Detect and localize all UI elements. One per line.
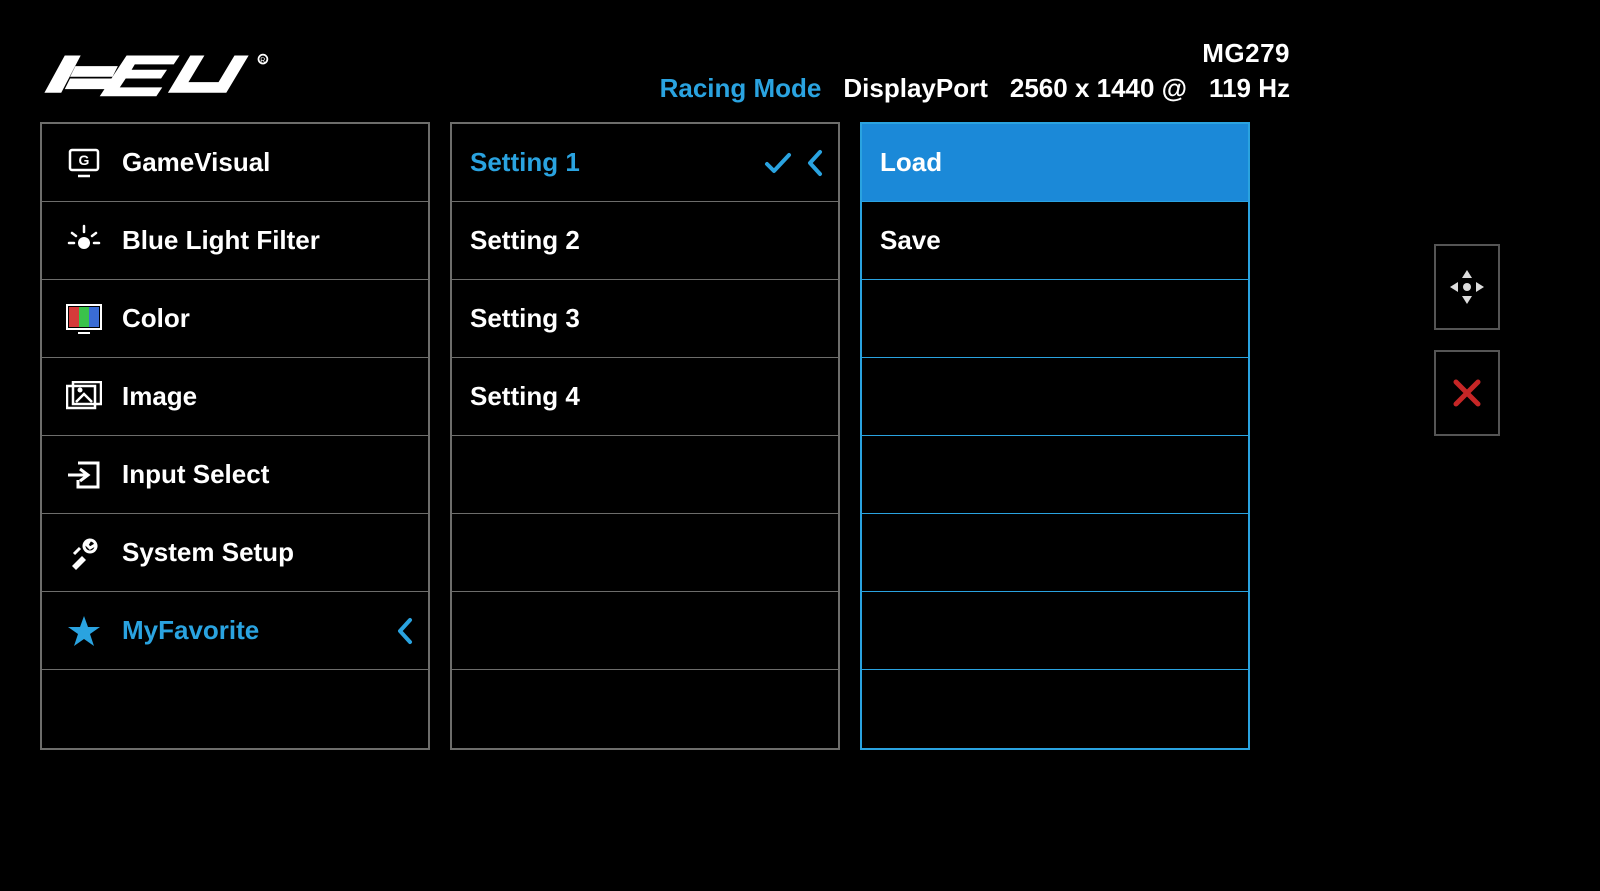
menu-myfavorite[interactable]: MyFavorite — [42, 592, 428, 670]
menu-item-label: Image — [122, 381, 197, 412]
submenu-item-label: Setting 1 — [470, 147, 580, 178]
menu-columns: G GameVisual Blue Light Filter Color — [40, 122, 1290, 750]
submenu-empty-row — [452, 436, 838, 514]
menu-inputselect[interactable]: Input Select — [42, 436, 428, 514]
chevron-left-icon — [806, 149, 824, 177]
brand-logo: R — [40, 46, 270, 104]
action-empty-row — [862, 436, 1248, 514]
action-item-label: Save — [880, 225, 941, 256]
close-icon — [1450, 376, 1484, 410]
menu-systemsetup[interactable]: System Setup — [42, 514, 428, 592]
submenu-setting1[interactable]: Setting 1 — [452, 124, 838, 202]
osd-container: R MG279 Racing Mode DisplayPort 2560 x 1… — [40, 34, 1290, 750]
action-empty-row — [862, 592, 1248, 670]
submenu-empty-row — [452, 514, 838, 592]
submenu-item-label: Setting 3 — [470, 303, 580, 334]
systemsetup-icon — [60, 536, 108, 570]
submenu-empty-row — [452, 592, 838, 670]
side-controls — [1434, 244, 1500, 436]
menu-bluelight[interactable]: Blue Light Filter — [42, 202, 428, 280]
action-empty-row — [862, 280, 1248, 358]
menu-item-label: Blue Light Filter — [122, 225, 320, 256]
check-icon — [764, 151, 792, 175]
sub-menu-panel: Setting 1 Setting 2 Setting 3 Setting 4 — [450, 122, 840, 750]
menu-item-label: System Setup — [122, 537, 294, 568]
image-icon — [60, 381, 108, 413]
input-icon — [60, 459, 108, 491]
menu-item-label: Color — [122, 303, 190, 334]
chevron-left-icon — [396, 617, 414, 645]
menu-item-label: MyFavorite — [122, 615, 259, 646]
input-source-label: DisplayPort — [843, 73, 988, 104]
resolution-label: 2560 x 1440 @ — [1010, 73, 1187, 104]
menu-item-label: Input Select — [122, 459, 269, 490]
action-menu-panel: Load Save — [860, 122, 1250, 750]
menu-image[interactable]: Image — [42, 358, 428, 436]
submenu-item-label: Setting 2 — [470, 225, 580, 256]
menu-color[interactable]: Color — [42, 280, 428, 358]
submenu-empty-row — [452, 670, 838, 748]
color-icon — [60, 304, 108, 334]
submenu-item-label: Setting 4 — [470, 381, 580, 412]
star-icon — [60, 614, 108, 648]
action-empty-row — [862, 670, 1248, 748]
bluelight-icon — [60, 223, 108, 259]
refresh-rate-label: 119 Hz — [1209, 73, 1290, 104]
action-empty-row — [862, 514, 1248, 592]
osd-header: R MG279 Racing Mode DisplayPort 2560 x 1… — [40, 34, 1290, 104]
menu-gamevisual[interactable]: G GameVisual — [42, 124, 428, 202]
action-save[interactable]: Save — [862, 202, 1248, 280]
submenu-setting3[interactable]: Setting 3 — [452, 280, 838, 358]
picture-mode: Racing Mode — [660, 73, 822, 104]
menu-empty-row — [42, 670, 428, 748]
action-load[interactable]: Load — [862, 124, 1248, 202]
close-button[interactable] — [1434, 350, 1500, 436]
main-menu-panel: G GameVisual Blue Light Filter Color — [40, 122, 430, 750]
svg-text:R: R — [260, 58, 265, 65]
gamevisual-icon: G — [60, 146, 108, 180]
submenu-setting2[interactable]: Setting 2 — [452, 202, 838, 280]
model-label: MG279 — [1202, 38, 1290, 69]
action-empty-row — [862, 358, 1248, 436]
svg-text:G: G — [79, 152, 90, 168]
joystick-button[interactable] — [1434, 244, 1500, 330]
menu-item-label: GameVisual — [122, 147, 270, 178]
submenu-setting4[interactable]: Setting 4 — [452, 358, 838, 436]
joystick-icon — [1447, 267, 1487, 307]
action-item-label: Load — [880, 147, 942, 178]
header-status: MG279 Racing Mode DisplayPort 2560 x 144… — [660, 38, 1290, 104]
